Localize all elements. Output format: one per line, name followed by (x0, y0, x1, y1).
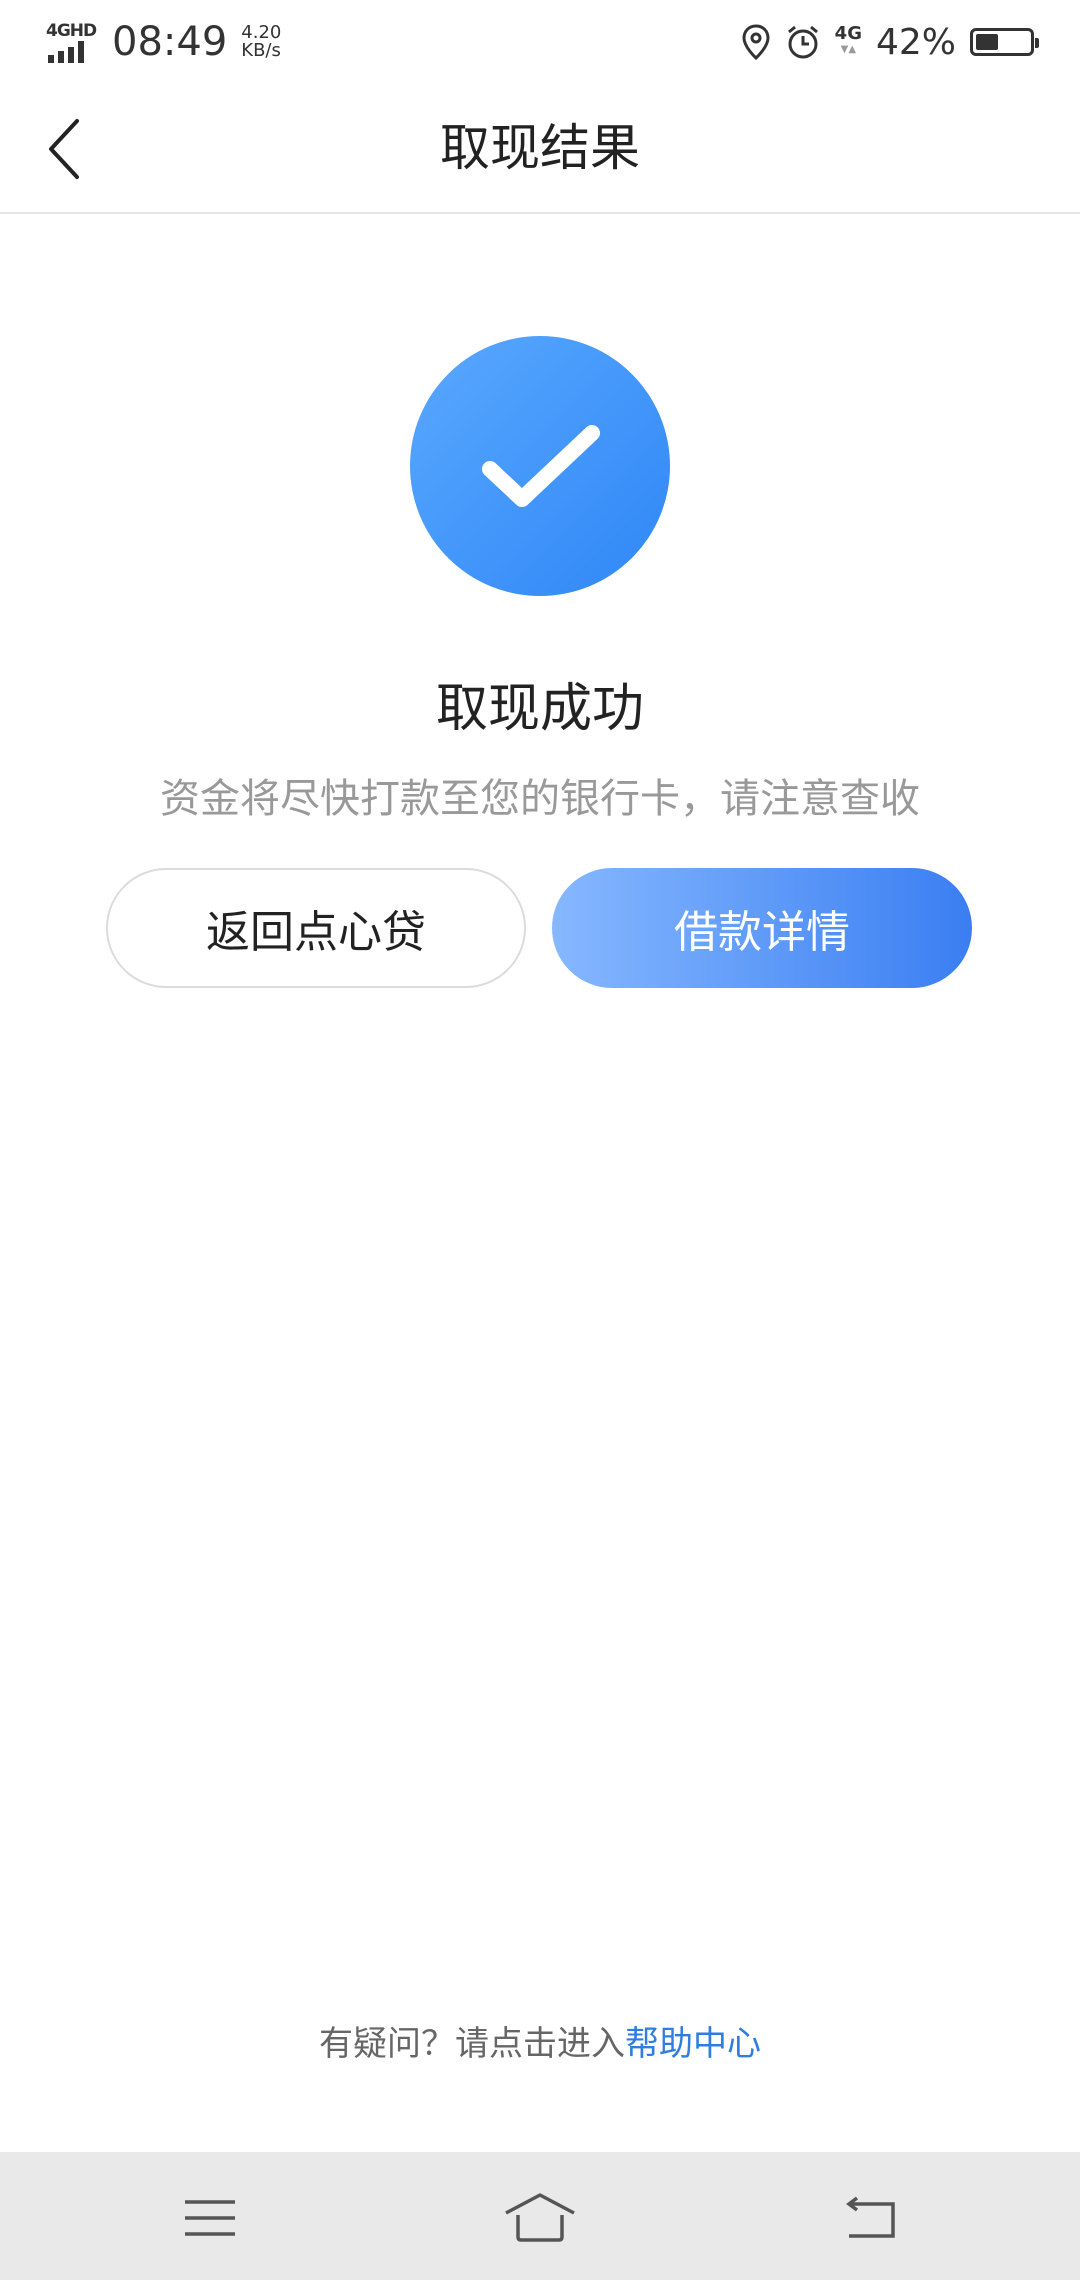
status-bar: 4GHD 08:49 4.20 KB/s 4G ▼▲ 42% (0, 0, 1080, 84)
signal-icon: 4GHD (46, 21, 100, 63)
help-prefix: 有疑问？请点击进入 (319, 2024, 625, 2064)
loan-details-button-label: 借款详情 (674, 907, 850, 958)
network-type-icon: 4G ▼▲ (834, 23, 862, 56)
network-speed: 4.20 KB/s (241, 24, 281, 60)
loan-details-button[interactable]: 借款详情 (552, 868, 972, 988)
status-time: 08:49 (112, 19, 228, 65)
header: 取现结果 (0, 84, 1080, 214)
help-center-link[interactable]: 帮助中心 (625, 2024, 761, 2064)
home-button[interactable] (500, 2188, 580, 2248)
check-icon (482, 425, 600, 507)
home-icon (505, 2193, 575, 2242)
return-button[interactable]: 返回点心贷 (106, 868, 526, 988)
page-title: 取现结果 (440, 119, 640, 177)
system-back-button[interactable] (830, 2188, 910, 2248)
menu-button[interactable] (170, 2188, 250, 2248)
menu-icon (185, 2200, 235, 2236)
help-line: 有疑问？请点击进入帮助中心 (0, 2016, 1080, 2065)
battery-percent: 42% (875, 21, 956, 63)
battery-icon (970, 28, 1039, 56)
result-description: 资金将尽快打款至您的银行卡，请注意查收 (160, 776, 920, 822)
result-title: 取现成功 (435, 679, 644, 739)
battery-fill (976, 34, 998, 50)
location-icon (741, 24, 771, 60)
status-bar-left: 4GHD 08:49 4.20 KB/s (46, 18, 281, 66)
check-circle-icon (410, 336, 670, 596)
alarm-icon (785, 24, 821, 60)
back-icon (846, 2196, 895, 2238)
return-button-label: 返回点心贷 (206, 907, 426, 958)
speed-unit: KB/s (241, 40, 281, 61)
network-type: 4G (834, 23, 862, 44)
network-label: 4GHD (46, 21, 97, 41)
system-nav-bar (0, 2152, 1080, 2280)
status-bar-right: 4G ▼▲ 42% (741, 18, 1039, 66)
